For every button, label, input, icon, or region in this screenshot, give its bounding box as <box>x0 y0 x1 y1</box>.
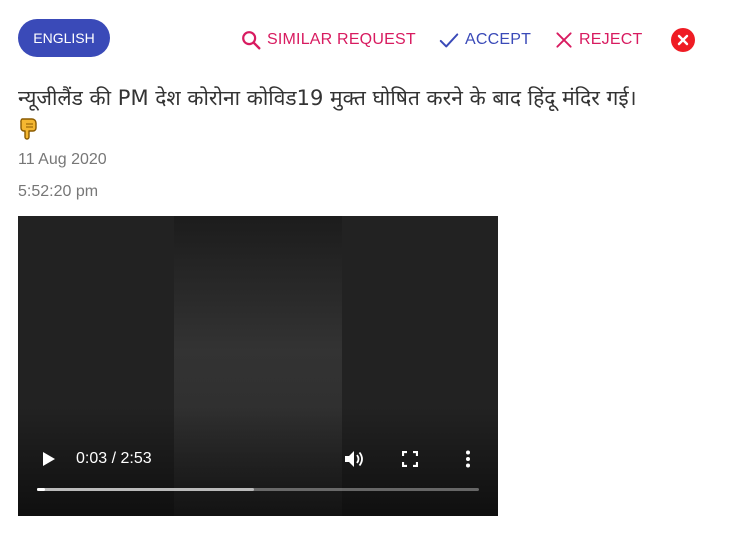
accept-button[interactable]: ACCEPT <box>438 28 531 52</box>
language-toggle-button[interactable]: ENGLISH <box>18 19 110 57</box>
backhand-index-pointing-down-icon <box>20 118 37 140</box>
more-options-icon[interactable] <box>464 450 472 468</box>
reject-label: REJECT <box>579 31 643 48</box>
video-player[interactable]: 0:03 / 2:53 <box>18 216 498 516</box>
check-icon <box>439 33 459 48</box>
close-x-icon <box>556 32 572 48</box>
fullscreen-icon[interactable] <box>402 451 418 467</box>
similar-request-label: SIMILAR REQUEST <box>267 31 416 48</box>
post-time: 5:52:20 pm <box>18 183 99 200</box>
reject-button[interactable]: REJECT <box>554 28 642 52</box>
post-headline: न्यूजीलैंड की PM देश कोरोना कोविड19 मुक्… <box>18 86 637 110</box>
volume-icon[interactable] <box>344 450 364 468</box>
close-button[interactable] <box>671 28 695 52</box>
close-icon <box>677 34 689 46</box>
video-buffer-fill <box>37 488 254 491</box>
similar-request-button[interactable]: SIMILAR REQUEST <box>240 28 416 52</box>
play-icon[interactable] <box>40 451 56 467</box>
video-progress-fill <box>37 488 45 491</box>
request-review-page: ENGLISH SIMILAR REQUEST ACCEPT REJECT न्… <box>0 0 736 534</box>
post-date: 11 Aug 2020 <box>18 151 107 168</box>
accept-label: ACCEPT <box>465 31 532 48</box>
search-icon <box>242 31 261 50</box>
video-progress-bar[interactable] <box>37 488 479 491</box>
video-time-display: 0:03 / 2:53 <box>76 450 152 467</box>
